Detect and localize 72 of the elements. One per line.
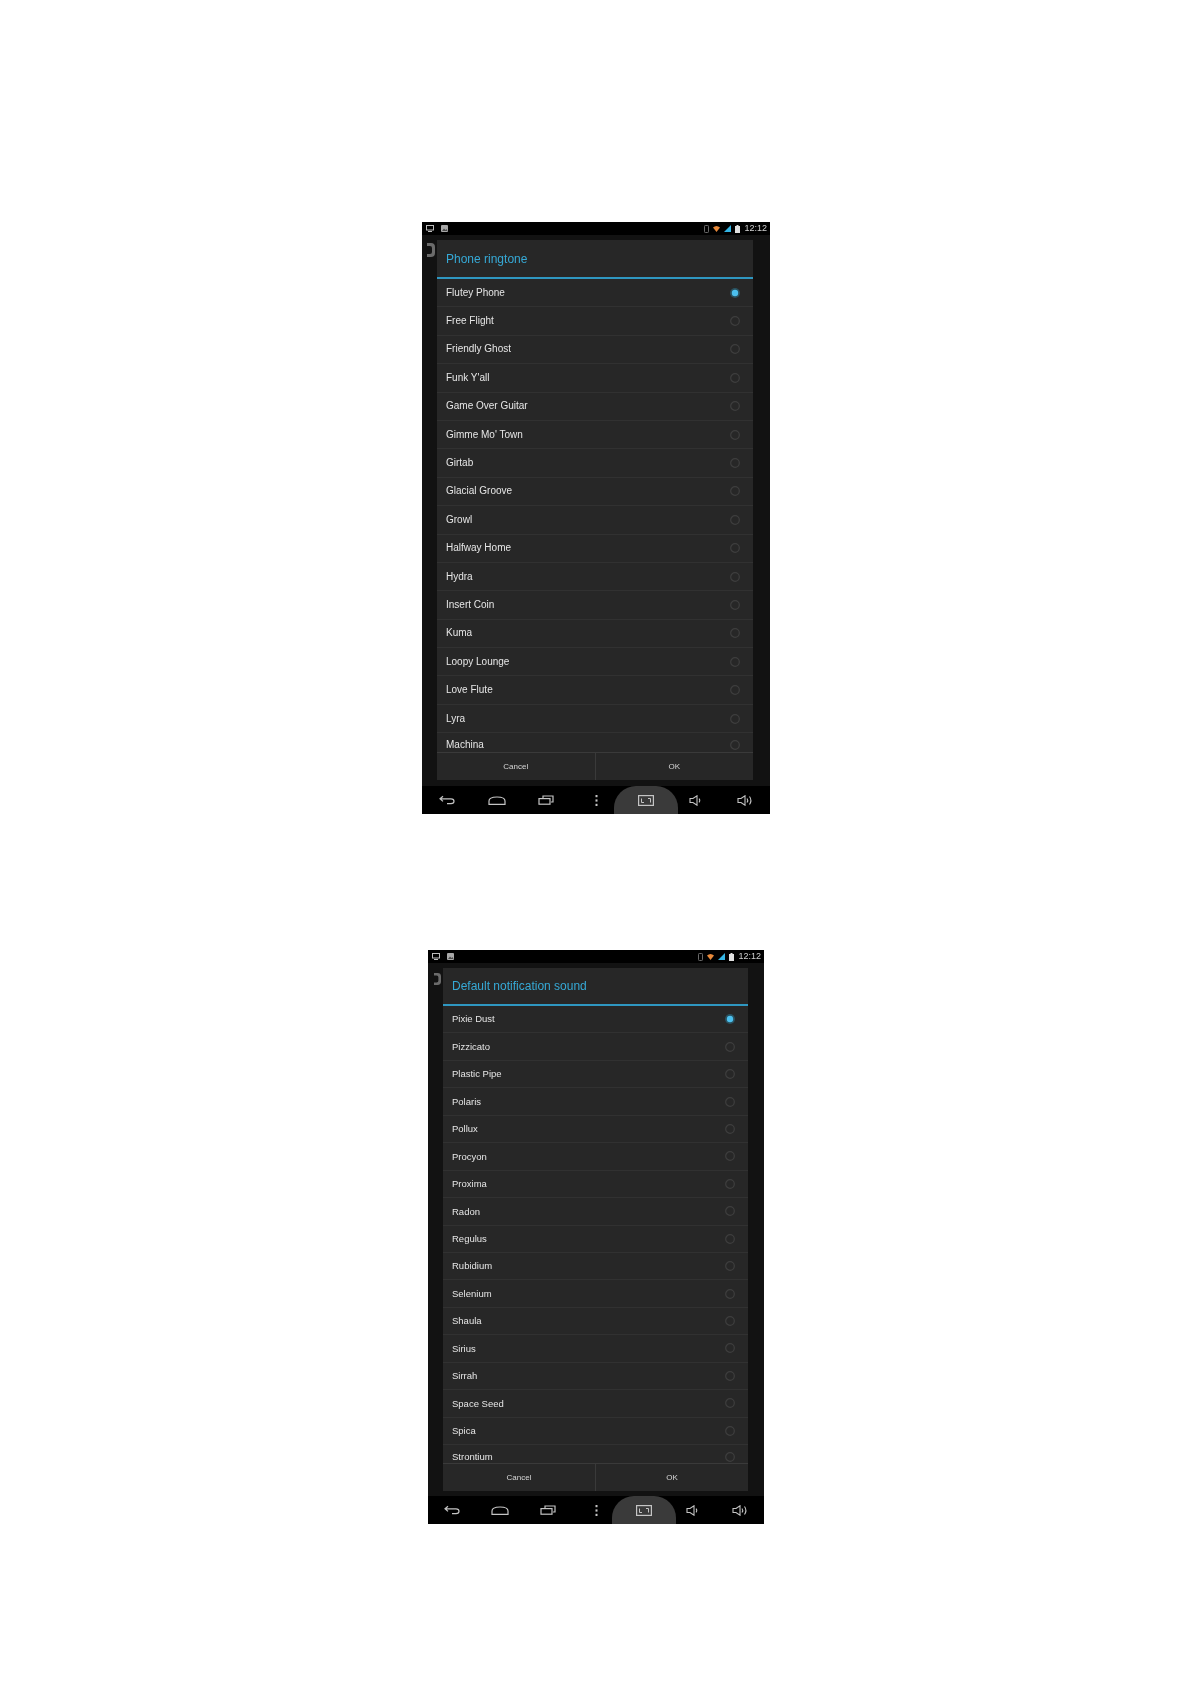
list-option[interactable]: Space Seed bbox=[443, 1390, 748, 1418]
list-option[interactable]: Glacial Groove bbox=[437, 477, 753, 507]
signal-icon bbox=[718, 953, 726, 960]
recent-apps-icon[interactable] bbox=[540, 1505, 556, 1515]
battery-icon bbox=[729, 952, 735, 961]
list-option[interactable]: Rubidium bbox=[443, 1252, 748, 1281]
list-option[interactable]: Hydra bbox=[437, 562, 753, 592]
picture-icon bbox=[441, 225, 448, 232]
list-option[interactable]: Game Over Guitar bbox=[437, 392, 753, 421]
list-option[interactable]: Procyon bbox=[443, 1143, 748, 1171]
home-icon[interactable] bbox=[487, 795, 506, 805]
overflow-menu-icon[interactable] bbox=[594, 1504, 598, 1516]
list-option[interactable]: Love Flute bbox=[437, 676, 753, 705]
list-option[interactable]: Flutey Phone bbox=[437, 279, 753, 308]
volume-up-icon[interactable] bbox=[737, 794, 754, 806]
list-option[interactable]: Funk Y'all bbox=[437, 364, 753, 393]
dialog-button[interactable]: Cancel bbox=[437, 753, 595, 780]
list-option[interactable]: Sirrah bbox=[443, 1362, 748, 1391]
list-option[interactable]: Selenium bbox=[443, 1280, 748, 1308]
bracket-icon bbox=[427, 243, 435, 257]
monitor-icon bbox=[426, 225, 434, 232]
monitor-icon bbox=[432, 953, 440, 960]
volume-up-icon[interactable] bbox=[732, 1504, 748, 1516]
list-option[interactable]: Shaula bbox=[443, 1307, 748, 1336]
home-icon[interactable] bbox=[491, 1505, 509, 1515]
dialog-button[interactable]: Cancel bbox=[443, 1464, 595, 1491]
dialog-title: Default notification sound bbox=[452, 980, 587, 992]
capture-button[interactable] bbox=[612, 1496, 676, 1524]
list-option[interactable]: Halfway Home bbox=[437, 534, 753, 563]
clock-text: 12:12 bbox=[744, 224, 767, 233]
signal-icon bbox=[724, 225, 732, 232]
list-option[interactable]: Regulus bbox=[443, 1225, 748, 1253]
image-frame-icon bbox=[637, 794, 654, 806]
image-frame-icon bbox=[636, 1504, 652, 1516]
list-option[interactable]: Loopy Lounge bbox=[437, 648, 753, 677]
list-option[interactable]: Girtab bbox=[437, 449, 753, 478]
bracket-icon bbox=[434, 973, 441, 985]
overflow-menu-icon[interactable] bbox=[594, 794, 598, 806]
list-option[interactable]: Plastic Pipe bbox=[443, 1060, 748, 1089]
list-option[interactable]: Gimme Mo' Town bbox=[437, 420, 753, 450]
wifi-icon bbox=[707, 953, 715, 960]
clock-text: 12:12 bbox=[738, 952, 761, 961]
picture-icon bbox=[447, 953, 454, 960]
list-option[interactable]: Radon bbox=[443, 1198, 748, 1226]
list-option[interactable]: Spica bbox=[443, 1417, 748, 1445]
volume-down-icon[interactable] bbox=[689, 794, 702, 806]
list-option[interactable]: Proxima bbox=[443, 1170, 748, 1199]
list-option[interactable]: Machina bbox=[437, 733, 753, 752]
phone-outline-icon bbox=[698, 952, 704, 961]
list-option[interactable]: Pizzicato bbox=[443, 1033, 748, 1061]
back-icon[interactable] bbox=[438, 795, 455, 805]
list-option[interactable]: Kuma bbox=[437, 619, 753, 649]
recent-apps-icon[interactable] bbox=[538, 795, 555, 805]
list-option[interactable]: Sirius bbox=[443, 1335, 748, 1363]
list-option[interactable]: Polaris bbox=[443, 1088, 748, 1116]
volume-down-icon[interactable] bbox=[686, 1504, 698, 1516]
list-option[interactable]: Strontium bbox=[443, 1445, 748, 1463]
list-option[interactable]: Free Flight bbox=[437, 307, 753, 336]
dialog-title: Phone ringtone bbox=[446, 252, 528, 265]
battery-icon bbox=[735, 224, 741, 233]
list-option[interactable]: Pixie Dust bbox=[443, 1006, 748, 1034]
back-icon[interactable] bbox=[444, 1505, 460, 1515]
list-option[interactable]: Growl bbox=[437, 506, 753, 535]
dialog-button[interactable]: OK bbox=[594, 753, 753, 780]
phone-outline-icon bbox=[704, 224, 710, 233]
list-option[interactable]: Lyra bbox=[437, 704, 753, 734]
dialog-button[interactable]: OK bbox=[595, 1464, 748, 1491]
list-option[interactable]: Pollux bbox=[443, 1115, 748, 1144]
list-option[interactable]: Friendly Ghost bbox=[437, 335, 753, 365]
capture-button[interactable] bbox=[613, 786, 678, 814]
list-option[interactable]: Insert Coin bbox=[437, 591, 753, 620]
wifi-icon bbox=[713, 225, 721, 232]
